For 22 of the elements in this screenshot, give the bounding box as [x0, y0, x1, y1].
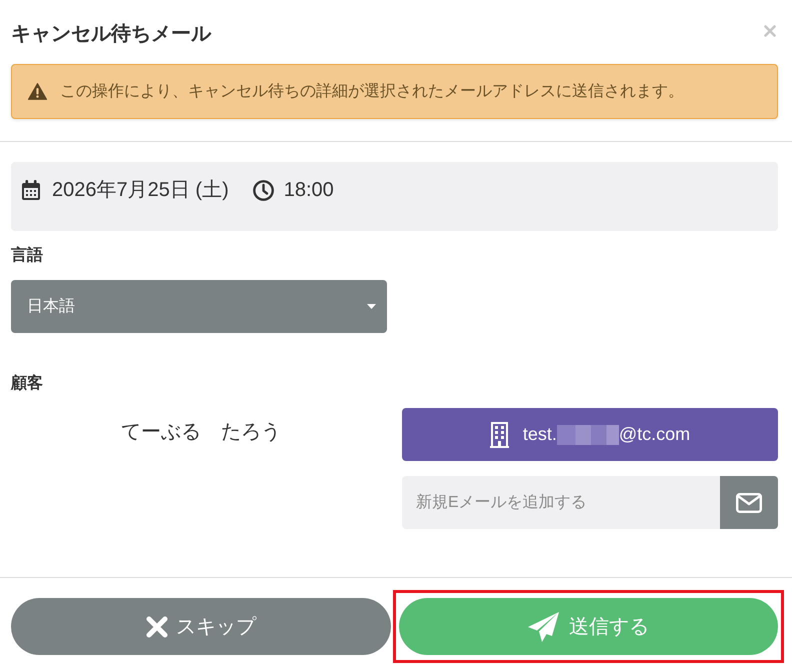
calendar-icon	[22, 180, 40, 200]
language-select[interactable]: 日本語	[11, 280, 387, 333]
send-button[interactable]: 送信する	[399, 598, 778, 655]
clock-icon	[252, 180, 274, 201]
building-icon	[490, 422, 509, 448]
skip-button[interactable]: スキップ	[11, 598, 391, 655]
caret-icon	[367, 304, 376, 309]
dialog-title: キャンセル待ちメール	[11, 22, 211, 47]
add-email-button[interactable]	[720, 476, 778, 529]
time-text: 18:00	[284, 178, 334, 203]
warning-icon	[28, 83, 47, 100]
date-text: 2026年7月25日 (土)	[52, 178, 229, 203]
field-label: 顧客	[11, 373, 43, 394]
alert-text: この操作により、キャンセル待ちの詳細が選択されたメールアドレスに送信されます。	[60, 82, 684, 102]
x-icon	[146, 616, 168, 638]
customer-name: てーぶる たろう	[121, 420, 281, 445]
paper-plane-icon	[528, 612, 559, 642]
email-button[interactable]: test. @tc.com	[402, 408, 778, 461]
field-label: 言語	[11, 245, 43, 266]
email-input[interactable]: 新規Eメールを追加する	[402, 476, 720, 529]
close-icon	[764, 25, 776, 37]
envelope-icon	[736, 492, 762, 512]
